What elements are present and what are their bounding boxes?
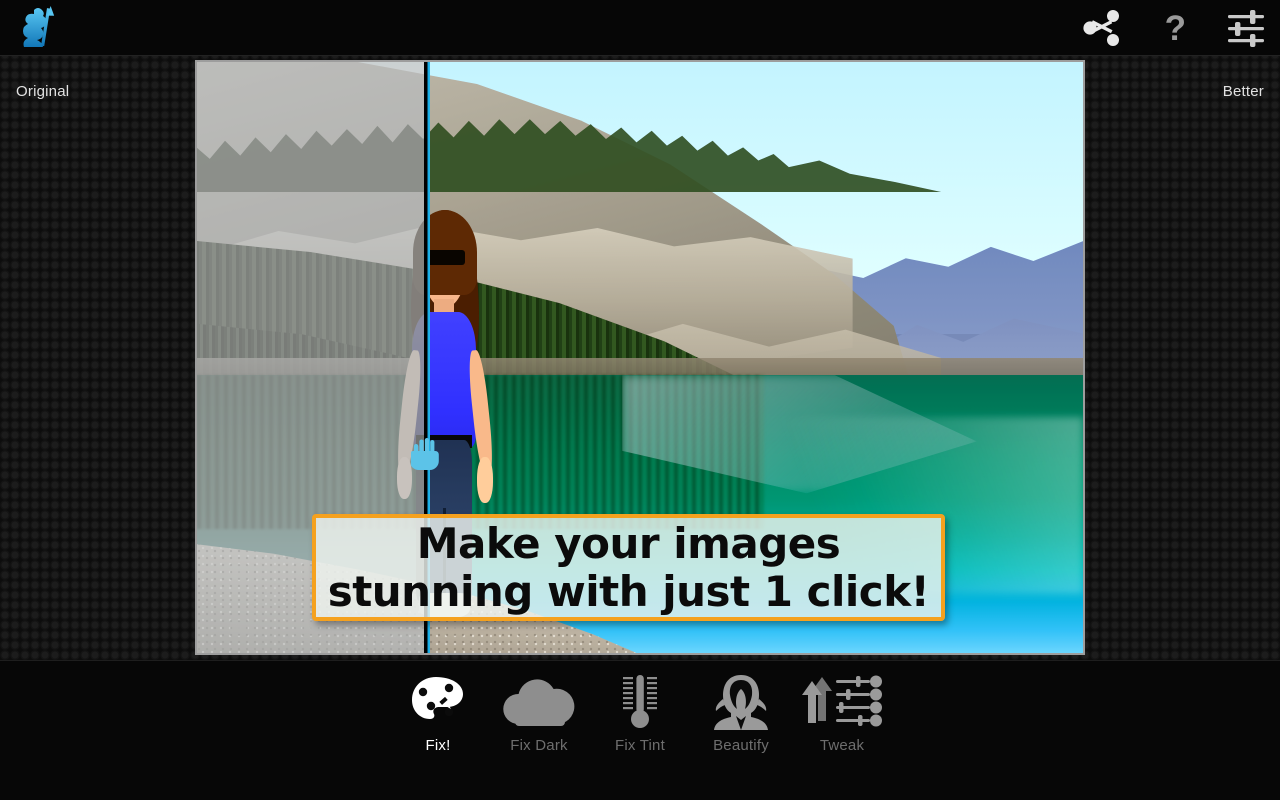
tool-label-fix-dark: Fix Dark xyxy=(510,737,568,754)
photo-canvas: Make your images stunning with just 1 cl… xyxy=(197,62,1083,653)
top-bar-actions: ? xyxy=(1081,0,1266,56)
app-logo-icon[interactable] xyxy=(14,4,66,52)
thermometer-icon xyxy=(617,671,663,733)
hand-drag-icon[interactable] xyxy=(409,437,441,471)
tool-button-tweak[interactable]: Tweak xyxy=(792,665,893,754)
bottom-toolbar: Fix! Fix Dark Fix Tint Beautify Tweak xyxy=(0,660,1280,800)
help-glyph: ? xyxy=(1164,8,1186,48)
tool-label-fix-tint: Fix Tint xyxy=(615,737,665,754)
tool-button-fix-tint[interactable]: Fix Tint xyxy=(590,665,691,754)
arrows-sliders-icon xyxy=(800,671,884,733)
tool-label-fix: Fix! xyxy=(425,737,451,754)
help-icon[interactable]: ? xyxy=(1165,11,1186,46)
tool-label-beautify: Beautify xyxy=(713,737,769,754)
face-portrait-icon xyxy=(711,671,771,733)
original-label: Original xyxy=(16,83,70,100)
promo-banner-line-2: stunning with just 1 click! xyxy=(327,566,930,616)
top-bar: ? xyxy=(0,0,1280,56)
palette-brush-icon xyxy=(409,671,467,733)
share-icon[interactable] xyxy=(1081,8,1125,48)
tool-button-fix[interactable]: Fix! xyxy=(388,665,489,754)
promo-banner: Make your images stunning with just 1 cl… xyxy=(312,514,945,621)
settings-icon[interactable] xyxy=(1226,9,1266,47)
tool-button-fix-dark[interactable]: Fix Dark xyxy=(489,665,590,754)
promo-banner-line-1: Make your images xyxy=(416,519,841,569)
cloud-icon xyxy=(502,671,576,733)
tool-label-tweak: Tweak xyxy=(819,737,865,754)
photo-compare-stage[interactable]: Make your images stunning with just 1 cl… xyxy=(195,60,1085,655)
app-root: ? Original Better Make your images stunn… xyxy=(0,0,1280,800)
tool-row: Fix! Fix Dark Fix Tint Beautify Tweak xyxy=(0,665,1280,765)
tool-button-beautify[interactable]: Beautify xyxy=(691,665,792,754)
better-label: Better xyxy=(1222,83,1264,100)
